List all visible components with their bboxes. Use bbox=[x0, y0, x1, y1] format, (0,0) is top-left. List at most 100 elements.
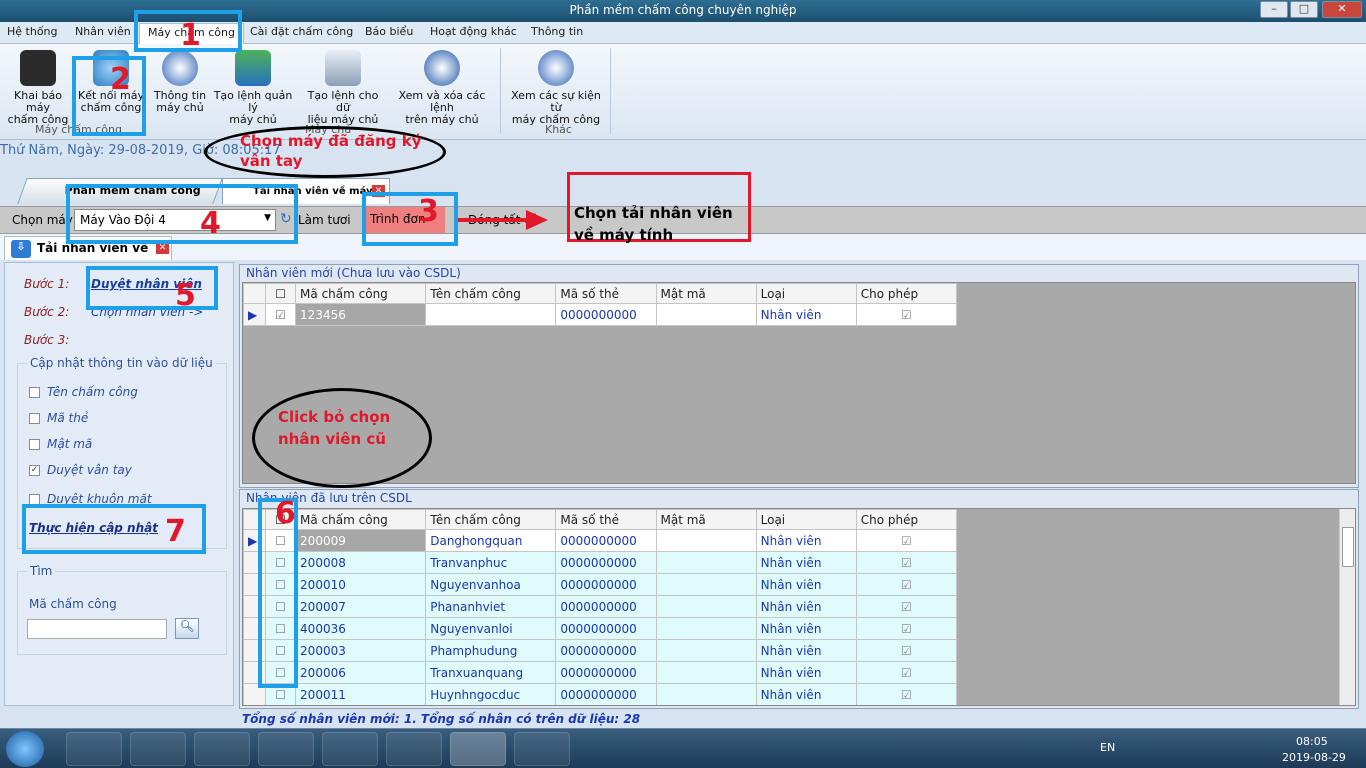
cell-password[interactable] bbox=[655, 551, 757, 574]
row-checkbox[interactable]: ☑ bbox=[265, 303, 297, 326]
cell-name[interactable]: Nguyenvanhoa bbox=[425, 573, 557, 596]
cell-card[interactable]: 0000000000 bbox=[555, 303, 657, 326]
cell-password[interactable] bbox=[655, 595, 757, 618]
column-header[interactable]: Loại bbox=[755, 283, 857, 304]
menu-hoat-dong-khac[interactable]: Hoạt động khác bbox=[430, 25, 517, 38]
cell-password[interactable] bbox=[655, 661, 757, 684]
table-row[interactable]: ☐ 200010 Nguyenvanhoa 0000000000 Nhân viên ☑ bbox=[243, 573, 958, 596]
minimize-button[interactable]: – bbox=[1260, 1, 1288, 18]
column-header[interactable]: Mã chấm công bbox=[295, 283, 427, 304]
chrome-icon[interactable] bbox=[258, 732, 314, 766]
cell-password[interactable] bbox=[655, 303, 757, 326]
table-row[interactable]: ▶ ☑ 123456 0000000000 Nhân viên ☑ bbox=[242, 303, 958, 326]
cell-allow-checkbox[interactable]: ☑ bbox=[855, 551, 958, 574]
cell-password[interactable] bbox=[655, 683, 757, 705]
cell-code[interactable]: 200009 bbox=[295, 529, 427, 552]
column-header[interactable]: Tên chấm công bbox=[425, 283, 557, 304]
cell-code[interactable]: 123456 bbox=[295, 303, 427, 326]
cell-allow-checkbox[interactable]: ☑ bbox=[855, 639, 958, 662]
column-header[interactable]: Mật mã bbox=[655, 283, 757, 304]
cell-card[interactable]: 0000000000 bbox=[555, 617, 657, 640]
menu-nhan-vien[interactable]: Nhân viên bbox=[75, 25, 131, 38]
ie-icon[interactable] bbox=[66, 732, 122, 766]
cell-code[interactable]: 200010 bbox=[295, 573, 427, 596]
table-row[interactable]: ☐ 200008 Tranvanphuc 0000000000 Nhân viên ☑ bbox=[243, 551, 958, 574]
cell-type[interactable]: Nhân viên bbox=[755, 639, 857, 662]
coccoc-icon[interactable] bbox=[322, 732, 378, 766]
xem-su-kien-button[interactable]: Xem các sự kiện từ máy chấm công bbox=[506, 50, 606, 126]
cell-allow-checkbox[interactable]: ☑ bbox=[855, 617, 958, 640]
cell-allow-checkbox[interactable]: ☑ bbox=[855, 661, 958, 684]
checkbox-ma-the[interactable] bbox=[29, 413, 40, 424]
language-indicator[interactable]: EN bbox=[1100, 741, 1115, 754]
cell-type[interactable]: Nhân viên bbox=[755, 617, 857, 640]
column-header[interactable]: Mật mã bbox=[655, 509, 757, 530]
column-header[interactable]: Cho phép bbox=[855, 509, 958, 530]
cell-type[interactable]: Nhân viên bbox=[755, 595, 857, 618]
cell-allow-checkbox[interactable]: ☑ bbox=[855, 529, 958, 552]
folder-icon[interactable] bbox=[130, 732, 186, 766]
checkbox-duyet-van-tay[interactable]: ✓ bbox=[29, 465, 40, 476]
mcc-app-icon[interactable] bbox=[450, 732, 506, 766]
column-header[interactable]: Loại bbox=[755, 509, 857, 530]
table-row[interactable]: ☐ 200006 Tranxuanquang 0000000000 Nhân viên ☑ bbox=[243, 661, 958, 684]
cell-password[interactable] bbox=[655, 617, 757, 640]
search-icon[interactable]: 🔍︎ bbox=[175, 618, 199, 639]
cell-name[interactable]: Tranvanphuc bbox=[425, 551, 557, 574]
cell-code[interactable]: 200003 bbox=[295, 639, 427, 662]
checkbox-ten-cham-cong[interactable] bbox=[29, 387, 40, 398]
cell-name[interactable]: Phananhviet bbox=[425, 595, 557, 618]
cell-card[interactable]: 0000000000 bbox=[555, 573, 657, 596]
cell-password[interactable] bbox=[655, 573, 757, 596]
cell-code[interactable]: 200006 bbox=[295, 661, 427, 684]
cell-name[interactable]: Tranxuanquang bbox=[425, 661, 557, 684]
cell-password[interactable] bbox=[655, 529, 757, 552]
viber-icon[interactable] bbox=[386, 732, 442, 766]
select-all-checkbox[interactable]: ☐ bbox=[265, 283, 297, 304]
table-row[interactable]: ☐ 200011 Huynhngocduc 0000000000 Nhân viên ☑ bbox=[243, 683, 958, 705]
checkbox-mat-ma[interactable] bbox=[29, 439, 40, 450]
cell-allow-checkbox[interactable]: ☑ bbox=[855, 683, 958, 705]
start-button[interactable] bbox=[6, 731, 44, 767]
maximize-button[interactable]: □ bbox=[1290, 1, 1318, 18]
scrollbar-thumb[interactable] bbox=[1342, 527, 1354, 567]
table-row[interactable]: ☐ 400036 Nguyenvanloi 0000000000 Nhân viên ☑ bbox=[243, 617, 958, 640]
cell-type[interactable]: Nhân viên bbox=[755, 529, 857, 552]
cell-name[interactable]: Phamphudung bbox=[425, 639, 557, 662]
cell-card[interactable]: 0000000000 bbox=[555, 551, 657, 574]
column-header[interactable]: Mã số thẻ bbox=[555, 283, 657, 304]
cell-allow-checkbox[interactable]: ☑ bbox=[855, 595, 958, 618]
tao-lenh-du-lieu-button[interactable]: Tạo lệnh cho dữ liệu máy chủ bbox=[301, 50, 385, 126]
search-input[interactable] bbox=[27, 619, 167, 639]
column-header[interactable]: Tên chấm công bbox=[425, 509, 557, 530]
grid2-scrollbar[interactable] bbox=[1339, 509, 1355, 705]
column-header[interactable]: Cho phép bbox=[855, 283, 958, 304]
cell-name[interactable]: Huynhngocduc bbox=[425, 683, 557, 705]
cell-code[interactable]: 200008 bbox=[295, 551, 427, 574]
office-icon[interactable] bbox=[514, 732, 570, 766]
refresh-button[interactable]: Làm tươi bbox=[298, 213, 351, 227]
cell-card[interactable]: 0000000000 bbox=[555, 639, 657, 662]
cell-allow-checkbox[interactable]: ☑ bbox=[855, 573, 958, 596]
table-row[interactable]: ☐ 200007 Phananhviet 0000000000 Nhân viên ☑ bbox=[243, 595, 958, 618]
menu-cai-dat-cham-cong[interactable]: Cài đặt chấm công bbox=[250, 25, 353, 38]
khai-bao-may-button[interactable]: Khai báo máy chấm công bbox=[4, 50, 72, 126]
cell-card[interactable]: 0000000000 bbox=[555, 683, 657, 705]
cell-code[interactable]: 200007 bbox=[295, 595, 427, 618]
cell-card[interactable]: 0000000000 bbox=[555, 661, 657, 684]
cell-type[interactable]: Nhân viên bbox=[755, 573, 857, 596]
column-header[interactable]: Mã số thẻ bbox=[555, 509, 657, 530]
column-header[interactable]: Mã chấm công bbox=[295, 509, 427, 530]
tao-lenh-quan-ly-button[interactable]: Tạo lệnh quản lý máy chủ bbox=[211, 50, 295, 126]
thong-tin-may-chu-button[interactable]: Thông tin máy chủ bbox=[152, 50, 208, 114]
cell-type[interactable]: Nhân viên bbox=[755, 683, 857, 705]
cell-name[interactable]: Danghongquan bbox=[425, 529, 557, 552]
menu-he-thong[interactable]: Hệ thống bbox=[7, 25, 58, 38]
cell-code[interactable]: 200011 bbox=[295, 683, 427, 705]
cell-type[interactable]: Nhân viên bbox=[755, 303, 857, 326]
cell-password[interactable] bbox=[655, 639, 757, 662]
media-player-icon[interactable] bbox=[194, 732, 250, 766]
cell-name[interactable] bbox=[425, 303, 557, 326]
table-row[interactable]: ☐ 200003 Phamphudung 0000000000 Nhân viên ☑ bbox=[243, 639, 958, 662]
menu-bao-bieu[interactable]: Báo biểu bbox=[365, 25, 413, 38]
